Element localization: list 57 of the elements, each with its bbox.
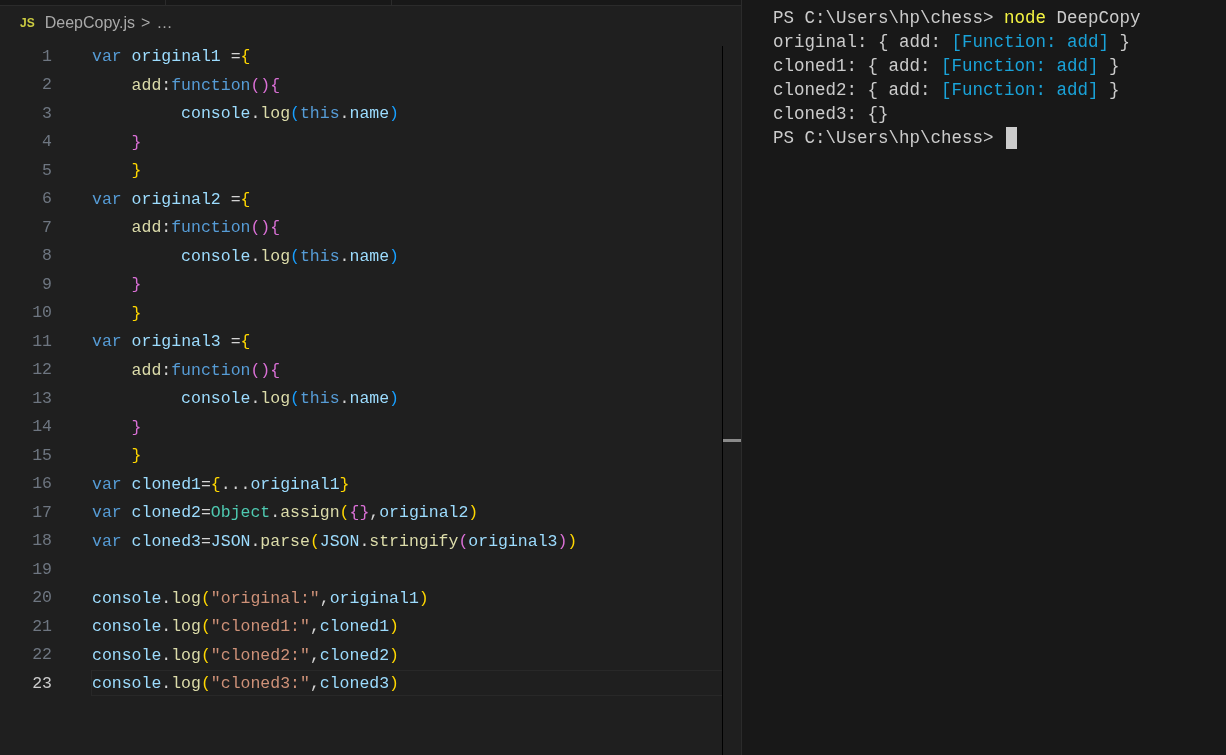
code-line: }: [130, 416, 143, 439]
line-number: 20: [31, 588, 52, 608]
line-number: 15: [31, 445, 52, 465]
code-line: }: [130, 274, 143, 297]
line-number: 6: [41, 189, 52, 209]
code-line: var cloned2=Object.assign({},original2): [91, 502, 480, 525]
javascript-file-icon: JS: [20, 16, 35, 30]
line-number: 12: [31, 360, 52, 380]
breadcrumb-file[interactable]: DeepCopy.js: [44, 14, 136, 32]
code-line: }: [130, 160, 143, 183]
code-line: console.log(this.name): [180, 388, 400, 411]
line-number: 5: [41, 160, 52, 180]
terminal-line: cloned1: { add: [Function: add] }: [773, 55, 1120, 78]
terminal-line: PS C:\Users\hp\chess> node DeepCopy: [773, 7, 1141, 30]
terminal-line: cloned2: { add: [Function: add] }: [773, 79, 1120, 102]
line-number: 22: [31, 645, 52, 665]
line-number: 3: [41, 103, 52, 123]
code-line: console.log("cloned2:",cloned2): [91, 644, 400, 667]
terminal-line: original: { add: [Function: add] }: [773, 31, 1131, 54]
code-line: var cloned1={...original1}: [91, 473, 351, 496]
code-line: var cloned3=JSON.parse(JSON.stringify(original3)): [91, 530, 579, 553]
terminal-line: PS C:\Users\hp\chess>: [773, 127, 995, 150]
line-number: 9: [41, 274, 52, 294]
breadcrumb-separator: >: [141, 14, 151, 32]
code-line: console.log(this.name): [180, 103, 400, 126]
line-number: 19: [31, 559, 52, 579]
code-line: }: [130, 302, 143, 325]
line-number: 8: [41, 246, 52, 266]
line-number: 2: [41, 75, 52, 95]
line-number: 16: [31, 474, 52, 494]
code-line: add:function(){: [130, 217, 282, 240]
line-number: 1: [41, 46, 52, 66]
breadcrumb-more[interactable]: …: [156, 14, 173, 32]
line-number: 18: [31, 531, 52, 551]
code-line: }: [130, 131, 143, 154]
line-number: 14: [31, 417, 52, 437]
scroll-thumb[interactable]: [723, 439, 741, 442]
code-line: var original3 ={: [91, 331, 252, 354]
code-line: console.log("original:",original1): [91, 587, 430, 610]
code-line: var original2 ={: [91, 188, 252, 211]
line-number: 7: [41, 217, 52, 237]
code-line: console.log(this.name): [180, 245, 400, 268]
line-number: 13: [31, 388, 52, 408]
terminal-line: cloned3: {}: [773, 103, 889, 126]
code-line: var original1 ={: [91, 46, 252, 69]
line-number: 17: [31, 502, 52, 522]
line-number: 23: [31, 673, 52, 693]
code-line: add:function(){: [130, 74, 282, 97]
code-line: console.log("cloned1:",cloned1): [91, 616, 400, 639]
line-number: 10: [31, 303, 52, 323]
line-number: 11: [31, 331, 52, 351]
code-line: console.log("cloned3:",cloned3): [91, 670, 722, 697]
code-line: }: [130, 445, 143, 468]
scrollbar[interactable]: [722, 46, 741, 755]
line-number: 4: [41, 132, 52, 152]
line-number: 21: [31, 616, 52, 636]
code-line: add:function(){: [130, 359, 282, 382]
